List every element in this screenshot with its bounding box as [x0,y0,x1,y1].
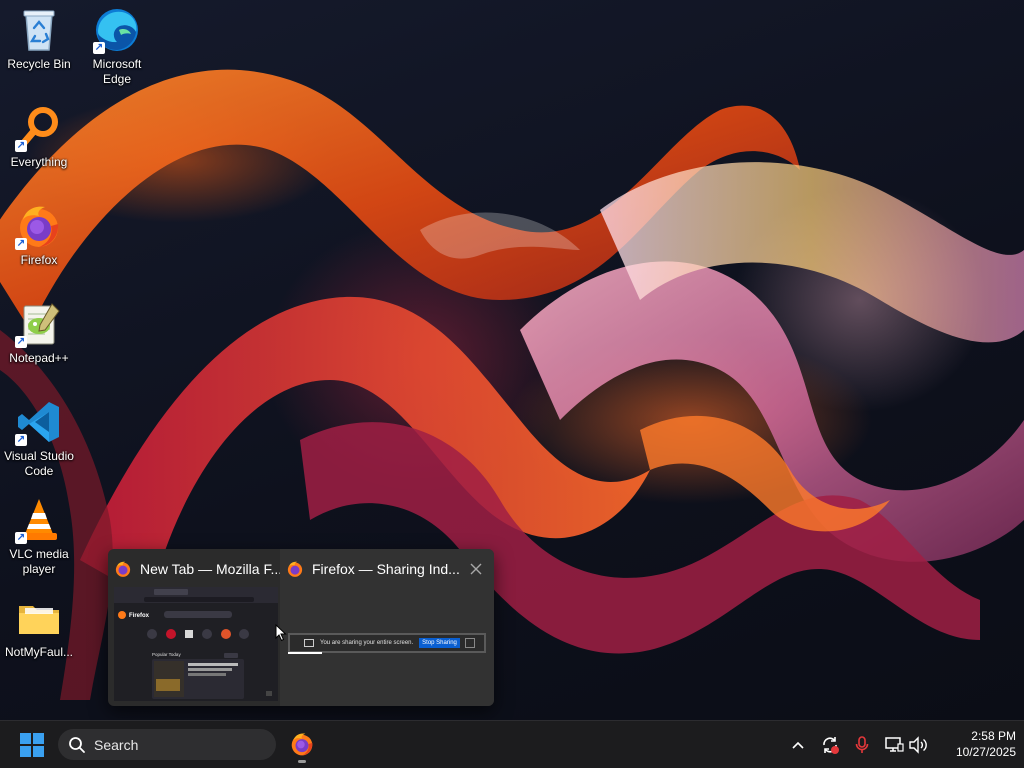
desktop-icon-label: NotMyFaul... [4,645,73,659]
firefox-icon [115,561,131,577]
thumbnail-title: New Tab — Mozilla F... [114,559,282,579]
taskbar: Search 2:58 PM 10/27/2025 [0,720,1024,768]
volume-button[interactable] [907,734,929,756]
microphone-icon [855,736,869,753]
clock-time: 2:58 PM [971,729,1016,743]
stop-sharing-button: Stop Sharing [419,638,460,648]
thumbnail-image-new-tab: Firefox Popular Today [114,587,278,701]
desktop-icon-label: Recycle Bin [7,57,71,71]
desktop-icon-label: Microsoft Edge [92,57,142,86]
network-icon [885,737,904,752]
taskbar-clock[interactable]: 2:58 PM 10/27/2025 [932,728,1016,760]
chevron-up-icon [792,741,804,749]
search-label: Search [94,736,139,753]
desktop-icon-label: Visual Studio Code [4,449,74,478]
search-icon [69,736,85,753]
sharing-message: You are sharing your entire screen. [320,640,414,646]
desktop-icon-label: VLC media player [9,547,69,576]
firefox-icon [291,733,313,756]
thumbnail-title: Firefox — Sharing Ind... [286,559,460,579]
windows-logo-icon [20,733,44,757]
recycle-bin-icon [23,10,55,51]
network-button[interactable] [883,734,905,756]
desktop-icon-microsoft-edge[interactable]: ↗ Microsoft Edge [78,6,156,87]
sync-status-button[interactable] [819,734,841,756]
volume-icon [909,736,927,754]
microphone-in-use-button[interactable] [851,734,873,756]
shortcut-arrow-icon: ↗ [93,42,105,54]
desktop-icon-everything[interactable]: ↗ Everything [0,104,78,170]
running-indicator [298,760,306,763]
desktop[interactable]: Recycle Bin ↗ Microsoft Edge ↗ Everythin… [0,0,1024,720]
desktop-icon-notepad-plus-plus[interactable]: ↗ Notepad++ [0,300,78,366]
folder-icon [19,606,59,634]
desktop-icon-visual-studio-code[interactable]: ↗ Visual Studio Code [0,398,78,479]
desktop-icon-label: Notepad++ [9,351,69,365]
clock-date: 10/27/2025 [955,745,1016,759]
desktop-icon-vlc[interactable]: ↗ VLC media player [0,496,78,577]
shortcut-arrow-icon: ↗ [15,434,27,446]
sharing-indicator-preview: You are sharing your entire screen. Stop… [288,633,486,653]
sync-alert-icon [823,737,839,754]
shortcut-arrow-icon: ↗ [15,140,27,152]
shortcut-arrow-icon: ↗ [15,532,27,544]
desktop-icon-recycle-bin[interactable]: Recycle Bin [0,6,78,72]
shortcut-arrow-icon: ↗ [15,336,27,348]
taskbar-search-box[interactable]: Search [58,729,276,760]
taskbar-app-firefox[interactable] [284,726,320,763]
desktop-icon-notmyfault-folder[interactable]: NotMyFaul... [0,594,78,660]
preview-browser-name: Firefox [129,613,150,619]
minimize-icon [464,638,475,648]
firefox-icon [287,561,303,577]
thumbnail-window-sharing-indicator[interactable]: Firefox — Sharing Ind... You are sharing… [280,549,494,706]
new-tab-preview: Firefox Popular Today [114,587,278,701]
shortcut-arrow-icon: ↗ [15,238,27,250]
start-button[interactable] [14,731,50,759]
close-icon[interactable] [470,563,482,575]
desktop-icon-label: Everything [10,155,68,169]
preview-section-label: Popular Today [152,652,181,657]
sharing-indicator-underline [288,652,322,654]
screen-share-icon [304,639,314,647]
thumbnail-window-new-tab[interactable]: New Tab — Mozilla F... Firefox Popular T… [108,549,282,706]
thumbnail-title-text: New Tab — Mozilla F... [140,561,283,577]
thumbnail-title-text: Firefox — Sharing Ind... [312,561,460,577]
desktop-icon-firefox[interactable]: ↗ Firefox [0,202,78,268]
desktop-icon-label: Firefox [20,253,58,267]
mouse-pointer-icon [275,624,287,642]
taskbar-thumbnail-preview: New Tab — Mozilla F... Firefox Popular T… [108,549,494,706]
show-hidden-icons-button[interactable] [787,734,809,756]
